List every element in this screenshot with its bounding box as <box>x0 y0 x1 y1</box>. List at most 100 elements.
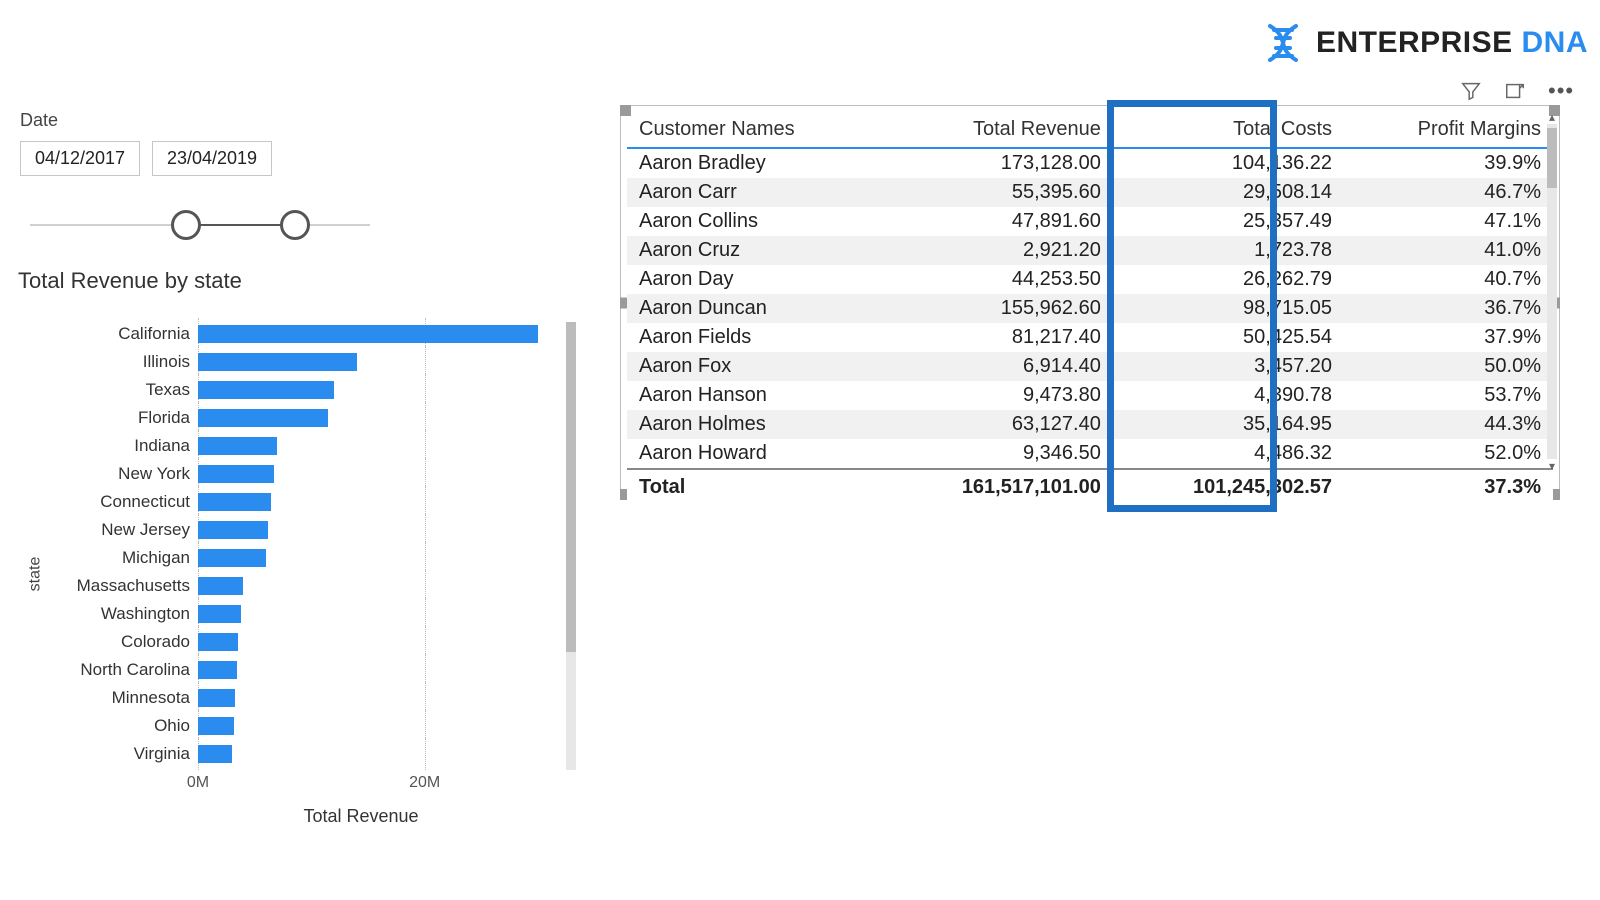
date-to-input[interactable]: 23/04/2019 <box>152 141 272 176</box>
table-row[interactable]: Aaron Fields81,217.4050,425.5437.9% <box>627 323 1553 352</box>
bar-row[interactable]: New York <box>28 460 574 488</box>
bar-label: Florida <box>28 408 198 428</box>
bar[interactable] <box>198 745 232 763</box>
bar-row[interactable]: Michigan <box>28 544 574 572</box>
cell-value: 155,962.60 <box>882 294 1113 323</box>
focus-mode-icon[interactable] <box>1504 80 1526 102</box>
cell-value: 47.1% <box>1344 207 1553 236</box>
total-label: Total <box>627 469 882 502</box>
table-row[interactable]: Aaron Fox6,914.403,457.2050.0% <box>627 352 1553 381</box>
customer-table-visual[interactable]: Customer NamesTotal RevenueTotal CostsPr… <box>620 105 1560 500</box>
filter-icon[interactable] <box>1460 80 1482 102</box>
dna-icon <box>1260 20 1306 66</box>
bar-label: Colorado <box>28 632 198 652</box>
bar[interactable] <box>198 325 538 343</box>
bar-label: Virginia <box>28 744 198 764</box>
bar-row[interactable]: North Carolina <box>28 656 574 684</box>
brand-name-1: ENTERPRISE <box>1316 26 1513 59</box>
bar-label: Michigan <box>28 548 198 568</box>
bar-row[interactable]: Illinois <box>28 348 574 376</box>
bar[interactable] <box>198 521 268 539</box>
table-header[interactable]: Total Costs <box>1113 112 1344 148</box>
bar-row[interactable]: Ohio <box>28 712 574 740</box>
cell-value: 50,425.54 <box>1113 323 1344 352</box>
cell-value: 35,164.95 <box>1113 410 1344 439</box>
x-tick: 20M <box>409 774 440 792</box>
bar-label: North Carolina <box>28 660 198 680</box>
bar-row[interactable]: Virginia <box>28 740 574 768</box>
table-scrollbar[interactable]: ▴ ▾ <box>1547 124 1557 459</box>
cell-name: Aaron Carr <box>627 178 882 207</box>
cell-value: 44.3% <box>1344 410 1553 439</box>
bar-row[interactable]: New Jersey <box>28 516 574 544</box>
cell-name: Aaron Holmes <box>627 410 882 439</box>
bar[interactable] <box>198 577 243 595</box>
cell-value: 9,473.80 <box>882 381 1113 410</box>
cell-name: Aaron Cruz <box>627 236 882 265</box>
cell-value: 55,395.60 <box>882 178 1113 207</box>
table-row[interactable]: Aaron Collins47,891.6025,357.4947.1% <box>627 207 1553 236</box>
chart-title: Total Revenue by state <box>14 268 574 294</box>
bar-label: Minnesota <box>28 688 198 708</box>
revenue-by-state-chart[interactable]: Total Revenue by state state CaliforniaI… <box>14 268 574 827</box>
date-slicer[interactable]: Date 04/12/2017 23/04/2019 <box>20 110 380 240</box>
bar[interactable] <box>198 549 266 567</box>
cell-value: 1,723.78 <box>1113 236 1344 265</box>
bar-row[interactable]: Florida <box>28 404 574 432</box>
table-header[interactable]: Total Revenue <box>882 112 1113 148</box>
bar-row[interactable]: Colorado <box>28 628 574 656</box>
bar-row[interactable]: Indiana <box>28 432 574 460</box>
total-value: 161,517,101.00 <box>882 469 1113 502</box>
table-row[interactable]: Aaron Howard9,346.504,486.3252.0% <box>627 439 1553 469</box>
cell-value: 40.7% <box>1344 265 1553 294</box>
bar[interactable] <box>198 409 328 427</box>
bar[interactable] <box>198 465 274 483</box>
cell-name: Aaron Duncan <box>627 294 882 323</box>
bar-label: Indiana <box>28 436 198 456</box>
cell-value: 4,486.32 <box>1113 439 1344 469</box>
cell-value: 81,217.40 <box>882 323 1113 352</box>
bar-row[interactable]: Connecticut <box>28 488 574 516</box>
scroll-down-icon[interactable]: ▾ <box>1547 459 1557 473</box>
bar[interactable] <box>198 605 241 623</box>
bar-label: Washington <box>28 604 198 624</box>
chart-scrollbar[interactable] <box>566 322 576 770</box>
more-options-icon[interactable]: ••• <box>1548 80 1570 102</box>
table-row[interactable]: Aaron Hanson9,473.804,390.7853.7% <box>627 381 1553 410</box>
bar[interactable] <box>198 661 237 679</box>
bar-label: California <box>28 324 198 344</box>
table-row[interactable]: Aaron Holmes63,127.4035,164.9544.3% <box>627 410 1553 439</box>
bar[interactable] <box>198 493 271 511</box>
bar-row[interactable]: Massachusetts <box>28 572 574 600</box>
bar-row[interactable]: Minnesota <box>28 684 574 712</box>
cell-name: Aaron Howard <box>627 439 882 469</box>
table-row[interactable]: Aaron Duncan155,962.6098,715.0536.7% <box>627 294 1553 323</box>
bar[interactable] <box>198 381 334 399</box>
table-row[interactable]: Aaron Bradley173,128.00104,136.2239.9% <box>627 148 1553 178</box>
bar[interactable] <box>198 717 234 735</box>
table-header[interactable]: Profit Margins <box>1344 112 1553 148</box>
bar[interactable] <box>198 437 277 455</box>
table-row[interactable]: Aaron Carr55,395.6029,508.1446.7% <box>627 178 1553 207</box>
cell-value: 104,136.22 <box>1113 148 1344 178</box>
scroll-up-icon[interactable]: ▴ <box>1547 110 1557 124</box>
bar-label: Massachusetts <box>28 576 198 596</box>
bar[interactable] <box>198 689 235 707</box>
bar-row[interactable]: California <box>28 320 574 348</box>
customer-table[interactable]: Customer NamesTotal RevenueTotal CostsPr… <box>627 112 1553 502</box>
bar-row[interactable]: Washington <box>28 600 574 628</box>
cell-name: Aaron Fox <box>627 352 882 381</box>
cell-value: 25,357.49 <box>1113 207 1344 236</box>
date-range-slider[interactable] <box>30 210 370 240</box>
cell-value: 39.9% <box>1344 148 1553 178</box>
table-header[interactable]: Customer Names <box>627 112 882 148</box>
slider-handle-from[interactable] <box>171 210 201 240</box>
brand-name-2: DNA <box>1522 26 1589 59</box>
bar[interactable] <box>198 353 357 371</box>
bar-row[interactable]: Texas <box>28 376 574 404</box>
bar[interactable] <box>198 633 238 651</box>
table-row[interactable]: Aaron Day44,253.5026,262.7940.7% <box>627 265 1553 294</box>
slider-handle-to[interactable] <box>280 210 310 240</box>
date-from-input[interactable]: 04/12/2017 <box>20 141 140 176</box>
table-row[interactable]: Aaron Cruz2,921.201,723.7841.0% <box>627 236 1553 265</box>
